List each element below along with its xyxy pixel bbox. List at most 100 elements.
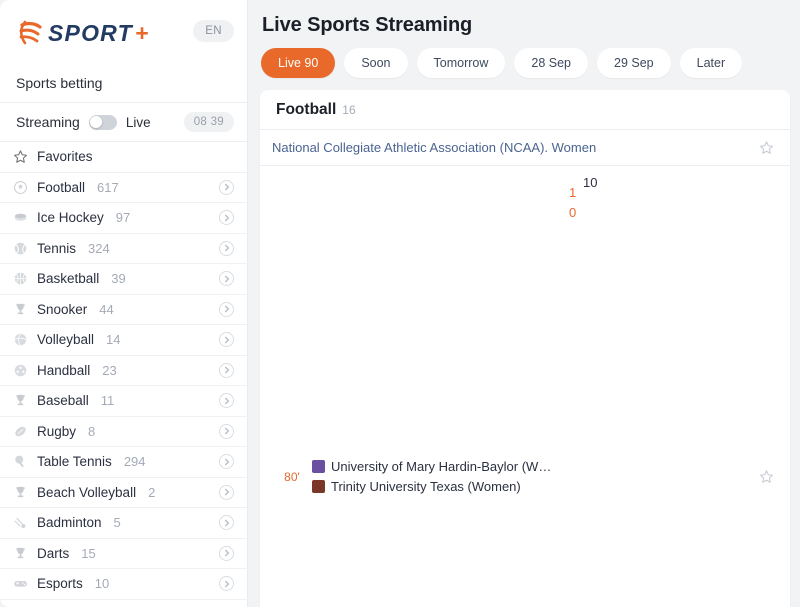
- chevron-right-icon[interactable]: [219, 210, 234, 225]
- star-icon: [12, 148, 29, 165]
- sidebar-item-label: Darts: [37, 546, 69, 561]
- match-time: 80': [272, 470, 312, 484]
- streaming-toggle[interactable]: [89, 115, 117, 130]
- sidebar-header: SPORT+ EN: [0, 0, 248, 66]
- away-team: Trinity University Texas (Women): [312, 477, 557, 497]
- chevron-right-icon[interactable]: [219, 363, 234, 378]
- match-row[interactable]: 80'University of Mary Hardin-Baylor (W… T…: [260, 166, 790, 607]
- away-score: 0: [569, 203, 573, 223]
- sidebar-item-cricket[interactable]: Cricket13: [0, 600, 248, 607]
- sidebar-item-esports[interactable]: Esports10: [0, 569, 248, 600]
- score-column-total: 10: [557, 173, 583, 607]
- chevron-right-icon[interactable]: [219, 180, 234, 195]
- sports-betting-link[interactable]: Sports betting: [0, 66, 248, 103]
- date-filter-tabs[interactable]: Live 90 Soon Tomorrow 28 Sep 29 Sep Later: [260, 48, 790, 78]
- chevron-right-icon[interactable]: [219, 546, 234, 561]
- sidebar-item-label: Volleyball: [37, 332, 94, 347]
- tab-soon[interactable]: Soon: [344, 48, 407, 78]
- chevron-right-icon[interactable]: [219, 332, 234, 347]
- sidebar-item-count: 97: [116, 210, 130, 225]
- sidebar-item-beach-volleyball[interactable]: Beach Volleyball 2: [0, 478, 248, 509]
- sidebar-item-football[interactable]: Football 617: [0, 173, 248, 204]
- sport-list[interactable]: Favorites Football 617 Ice Hockey 97 Tennis32…: [0, 142, 248, 607]
- basketball-icon: [12, 270, 29, 287]
- sidebar-item-badminton[interactable]: Badminton5: [0, 508, 248, 539]
- sidebar-item-label: Football: [37, 180, 85, 195]
- sidebar-item-ice-hockey[interactable]: Ice Hockey 97: [0, 203, 248, 234]
- favorite-star-icon[interactable]: [759, 469, 774, 484]
- away-team-name: Trinity University Texas (Women): [331, 479, 521, 494]
- trophy-icon: [12, 545, 29, 562]
- language-badge[interactable]: EN: [193, 20, 234, 42]
- sidebar: SPORT+ EN Sports betting Streaming Live …: [0, 0, 248, 607]
- favorite-star-icon[interactable]: [759, 140, 774, 155]
- chevron-right-icon[interactable]: [219, 271, 234, 286]
- sidebar-item-label: Table Tennis: [37, 454, 112, 469]
- tab-live-90[interactable]: Live 90: [261, 48, 335, 78]
- handball-icon: [12, 362, 29, 379]
- sport-header: Football 16: [260, 90, 790, 130]
- sidebar-item-tennis[interactable]: Tennis324: [0, 234, 248, 265]
- sidebar-item-count: 39: [111, 271, 125, 286]
- page-title: Live Sports Streaming: [262, 14, 790, 37]
- main-content: Live Sports Streaming Live 90 Soon Tomorro…: [248, 0, 800, 607]
- sidebar-item-count: 44: [99, 302, 113, 317]
- chevron-right-icon[interactable]: [219, 424, 234, 439]
- sidebar-item-basketball[interactable]: Basketball 39: [0, 264, 248, 295]
- sidebar-item-label: Basketball: [37, 271, 99, 286]
- sidebar-item-label: Beach Volleyball: [37, 485, 136, 500]
- league-row[interactable]: National Collegiate Athletic Association…: [260, 130, 790, 166]
- sidebar-item-darts[interactable]: Darts 15: [0, 539, 248, 570]
- app-root: SPORT+ EN Sports betting Streaming Live …: [0, 0, 800, 607]
- league-groups: National Collegiate Athletic Association…: [260, 130, 790, 607]
- chevron-right-icon[interactable]: [219, 241, 234, 256]
- sidebar-item-table-tennis[interactable]: Table Tennis294: [0, 447, 248, 478]
- sidebar-item-label: Rugby: [37, 424, 76, 439]
- sidebar-item-volleyball[interactable]: Volleyball 14: [0, 325, 248, 356]
- logo[interactable]: SPORT+: [16, 16, 148, 50]
- sidebar-item-label: Baseball: [37, 393, 89, 408]
- chevron-right-icon[interactable]: [219, 576, 234, 591]
- volleyball-icon: [12, 331, 29, 348]
- chevron-right-icon[interactable]: [219, 454, 234, 469]
- sidebar-item-label: Favorites: [37, 149, 93, 164]
- basketball-swoosh-icon: [16, 16, 50, 50]
- sidebar-item-label: Ice Hockey: [37, 210, 104, 225]
- chevron-right-icon[interactable]: [219, 393, 234, 408]
- tennis-ball-icon: [12, 240, 29, 257]
- sidebar-item-count: 2: [148, 485, 155, 500]
- gamepad-icon: [12, 575, 29, 592]
- home-team: University of Mary Hardin-Baylor (W…: [312, 457, 557, 477]
- sidebar-item-label: Handball: [37, 363, 90, 378]
- streaming-live-label: Live: [126, 115, 151, 130]
- streaming-row: Streaming Live 08 39: [0, 103, 248, 142]
- chevron-right-icon[interactable]: [219, 485, 234, 500]
- sidebar-item-snooker[interactable]: Snooker44: [0, 295, 248, 326]
- tab-later[interactable]: Later: [680, 48, 743, 78]
- sidebar-item-count: 5: [114, 515, 121, 530]
- logo-text: SPORT: [48, 22, 133, 45]
- tab-tomorrow[interactable]: Tomorrow: [417, 48, 506, 78]
- tab-29-sep[interactable]: 29 Sep: [597, 48, 671, 78]
- chevron-right-icon[interactable]: [219, 302, 234, 317]
- trophy-icon: [12, 484, 29, 501]
- sidebar-item-count: 15: [81, 546, 95, 561]
- sidebar-item-rugby[interactable]: Rugby8: [0, 417, 248, 448]
- sidebar-item-handball[interactable]: Handball 23: [0, 356, 248, 387]
- chevron-right-icon[interactable]: [219, 515, 234, 530]
- trophy-icon: [12, 301, 29, 318]
- sidebar-item-count: 617: [97, 180, 119, 195]
- logo-plus: +: [135, 20, 148, 47]
- away-period-score: 0: [590, 175, 597, 190]
- streaming-label: Streaming: [16, 114, 80, 130]
- shuttlecock-icon: [12, 514, 29, 531]
- sport-count: 16: [342, 103, 355, 117]
- tab-28-sep[interactable]: 28 Sep: [514, 48, 588, 78]
- match-scores: 1010: [557, 173, 609, 607]
- team-crest-icon: [312, 480, 325, 493]
- sidebar-item-favorites[interactable]: Favorites: [0, 142, 248, 173]
- sidebar-item-count: 23: [102, 363, 116, 378]
- sidebar-item-count: 14: [106, 332, 120, 347]
- toggle-knob: [90, 116, 102, 128]
- sidebar-item-baseball[interactable]: Baseball11: [0, 386, 248, 417]
